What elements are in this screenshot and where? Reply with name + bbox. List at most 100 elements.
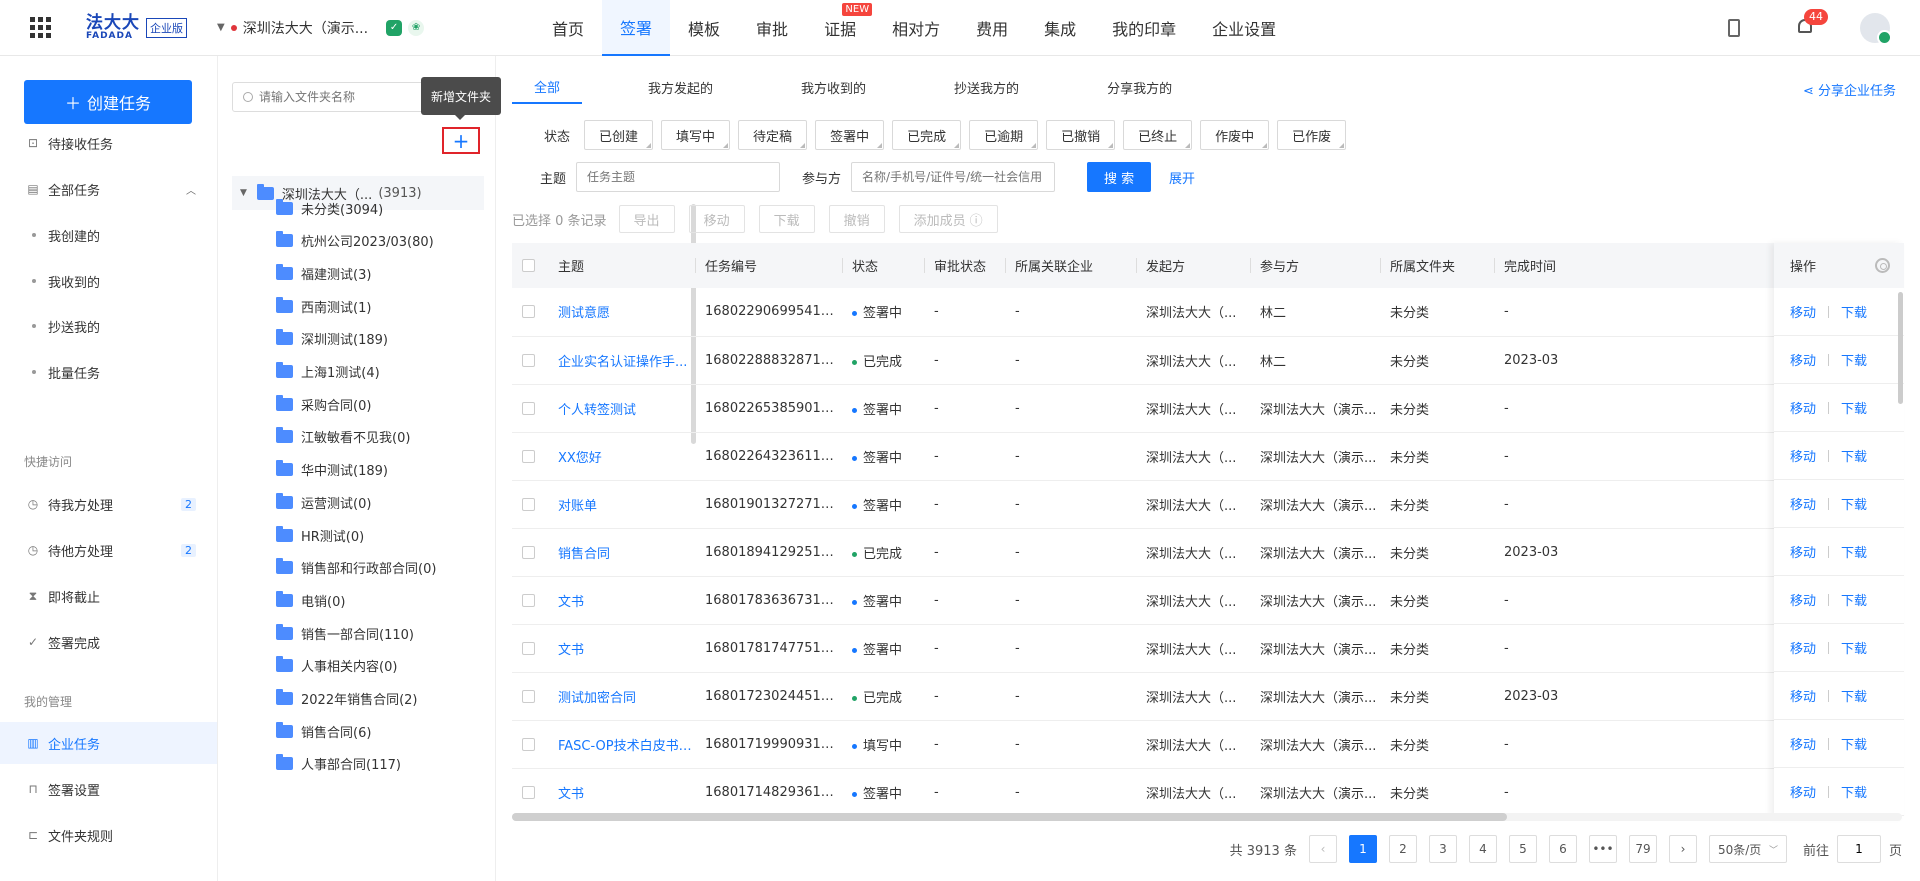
- select-all-checkbox[interactable]: [522, 259, 535, 272]
- page-button[interactable]: 2: [1388, 835, 1417, 863]
- logo[interactable]: 法大大 FADADA: [86, 14, 140, 41]
- row-move-link[interactable]: 移动: [1790, 782, 1816, 801]
- sidebar-item-batch-tasks[interactable]: 批量任务: [26, 359, 206, 385]
- row-download-link[interactable]: 下载: [1841, 686, 1867, 705]
- search-button[interactable]: 搜 索: [1087, 162, 1152, 192]
- task-subject-link[interactable]: 对账单: [548, 480, 695, 529]
- folder-item[interactable]: HR测试(0): [276, 524, 364, 546]
- gear-icon[interactable]: [1875, 258, 1890, 273]
- revoke-button[interactable]: 撤销: [828, 205, 885, 233]
- page-button[interactable]: •••: [1588, 835, 1617, 863]
- export-button[interactable]: 导出: [618, 205, 675, 233]
- task-subject-link[interactable]: 销售合同: [548, 528, 695, 577]
- prev-page-button[interactable]: ‹: [1308, 835, 1337, 863]
- row-download-link[interactable]: 下载: [1841, 542, 1867, 561]
- row-checkbox[interactable]: [522, 449, 535, 463]
- row-checkbox[interactable]: [522, 641, 535, 655]
- row-checkbox[interactable]: [522, 785, 535, 799]
- status-chip[interactable]: 已创建: [584, 120, 654, 150]
- table-row[interactable]: 企业实名认证操作手...1680228883287186845已完成--深圳法大…: [512, 336, 1902, 385]
- goto-page-input[interactable]: [1836, 835, 1881, 863]
- row-checkbox[interactable]: [522, 737, 535, 751]
- folder-item[interactable]: 销售部和行政部合同(0): [276, 557, 436, 579]
- share-enterprise-tasks-link[interactable]: ⋖ 分享企业任务: [1803, 80, 1896, 99]
- task-subject-link[interactable]: 文书: [548, 624, 695, 673]
- row-checkbox[interactable]: [522, 689, 535, 703]
- sidebar-item-pending-receive[interactable]: ⊡ 待接收任务: [26, 130, 206, 156]
- nav-item[interactable]: 相对方: [874, 0, 958, 56]
- table-row[interactable]: 测试加密合同1680172302445173959已完成--深圳法大大（...深…: [512, 672, 1902, 721]
- row-checkbox[interactable]: [522, 353, 535, 367]
- row-download-link[interactable]: 下载: [1841, 638, 1867, 657]
- row-checkbox[interactable]: [522, 305, 535, 319]
- sidebar-item-created-by-me[interactable]: 我创建的: [26, 222, 206, 248]
- status-chip[interactable]: 签署中: [815, 120, 885, 150]
- folder-item[interactable]: 杭州公司2023/03(80): [276, 230, 434, 252]
- folder-item[interactable]: 福建测试(3): [276, 262, 371, 284]
- add-folder-button[interactable]: +: [442, 127, 480, 154]
- table-row[interactable]: 测试意愿1680229069954186256签署中--深圳法大大（...林二未…: [512, 288, 1902, 337]
- sidebar-item-folder-rules[interactable]: ⊏ 文件夹规则: [26, 822, 206, 848]
- task-subject-link[interactable]: 测试加密合同: [548, 672, 695, 721]
- caret-down-icon[interactable]: ▼: [240, 188, 247, 198]
- row-checkbox[interactable]: [522, 593, 535, 607]
- page-button[interactable]: 1: [1348, 835, 1377, 863]
- table-row[interactable]: XX您好1680226432361181760签署中--深圳法大大（...深圳法…: [512, 432, 1902, 481]
- table-row[interactable]: 对账单1680190132727129903签署中--深圳法大大（...深圳法大…: [512, 480, 1902, 529]
- status-chip[interactable]: 已撤销: [1046, 120, 1116, 150]
- nav-item[interactable]: 审批: [738, 0, 806, 56]
- task-subject-link[interactable]: 个人转签测试: [548, 384, 695, 433]
- folder-item[interactable]: 西南测试(1): [276, 295, 371, 317]
- next-page-button[interactable]: ›: [1668, 835, 1697, 863]
- row-download-link[interactable]: 下载: [1841, 494, 1867, 513]
- row-move-link[interactable]: 移动: [1790, 302, 1816, 321]
- sidebar-item-pending-us[interactable]: ◷ 待我方处理 2: [26, 491, 206, 517]
- task-subject-link[interactable]: XX您好: [548, 432, 695, 481]
- tab[interactable]: 我方收到的: [779, 70, 888, 104]
- nav-item[interactable]: 模板: [670, 0, 738, 56]
- status-chip[interactable]: 填写中: [661, 120, 731, 150]
- row-move-link[interactable]: 移动: [1790, 686, 1816, 705]
- sidebar-item-cc-me[interactable]: 抄送我的: [26, 313, 206, 339]
- nav-item[interactable]: 证据 NEW: [806, 0, 874, 56]
- move-button[interactable]: 移动: [688, 205, 745, 233]
- page-button[interactable]: 3: [1428, 835, 1457, 863]
- add-member-button[interactable]: 添加成员 ⓘ: [898, 205, 998, 233]
- folder-item[interactable]: 运营测试(0): [276, 491, 371, 513]
- row-download-link[interactable]: 下载: [1841, 350, 1867, 369]
- folder-item[interactable]: 华中测试(189): [276, 459, 388, 481]
- folder-item[interactable]: 销售一部合同(110): [276, 622, 414, 644]
- avatar[interactable]: [1860, 13, 1892, 45]
- row-move-link[interactable]: 移动: [1790, 494, 1816, 513]
- folder-item[interactable]: 未分类(3094): [276, 197, 383, 219]
- page-button[interactable]: 4: [1468, 835, 1497, 863]
- row-checkbox[interactable]: [522, 545, 535, 559]
- folder-item[interactable]: 人事相关内容(0): [276, 655, 397, 677]
- sidebar-item-received[interactable]: 我收到的: [26, 268, 206, 294]
- task-subject-link[interactable]: 文书: [548, 768, 695, 817]
- nav-item[interactable]: 企业设置: [1194, 0, 1294, 56]
- page-size-select[interactable]: 50条/页 ﹀: [1708, 835, 1787, 863]
- folder-item[interactable]: 2022年销售合同(2): [276, 688, 418, 710]
- row-download-link[interactable]: 下载: [1841, 302, 1867, 321]
- folder-item[interactable]: 江敏敏看不见我(0): [276, 426, 410, 448]
- row-download-link[interactable]: 下载: [1841, 590, 1867, 609]
- folder-item[interactable]: 人事部合同(117): [276, 753, 401, 775]
- row-move-link[interactable]: 移动: [1790, 590, 1816, 609]
- sidebar-item-sign-settings[interactable]: ⊓ 签署设置: [26, 776, 206, 802]
- task-subject-link[interactable]: 文书: [548, 576, 695, 625]
- tab[interactable]: 我方发起的: [626, 70, 735, 104]
- row-download-link[interactable]: 下载: [1841, 398, 1867, 417]
- folder-item[interactable]: 上海1测试(4): [276, 361, 380, 383]
- app-grid-icon[interactable]: [30, 16, 52, 39]
- folder-item[interactable]: 电销(0): [276, 589, 345, 611]
- table-vertical-scrollbar[interactable]: [1898, 292, 1903, 404]
- status-chip[interactable]: 已作废: [1277, 120, 1347, 150]
- table-row[interactable]: 文书1680178363673124073签署中--深圳法大大（...深圳法大大…: [512, 576, 1902, 625]
- task-subject-link[interactable]: 企业实名认证操作手...: [548, 336, 695, 385]
- task-subject-link[interactable]: 测试意愿: [548, 288, 695, 337]
- status-chip[interactable]: 已完成: [892, 120, 962, 150]
- table-row[interactable]: 个人转签测试1680226538590129845签署中--深圳法大大（...深…: [512, 384, 1902, 433]
- row-checkbox[interactable]: [522, 497, 535, 511]
- mobile-icon[interactable]: [1728, 19, 1740, 37]
